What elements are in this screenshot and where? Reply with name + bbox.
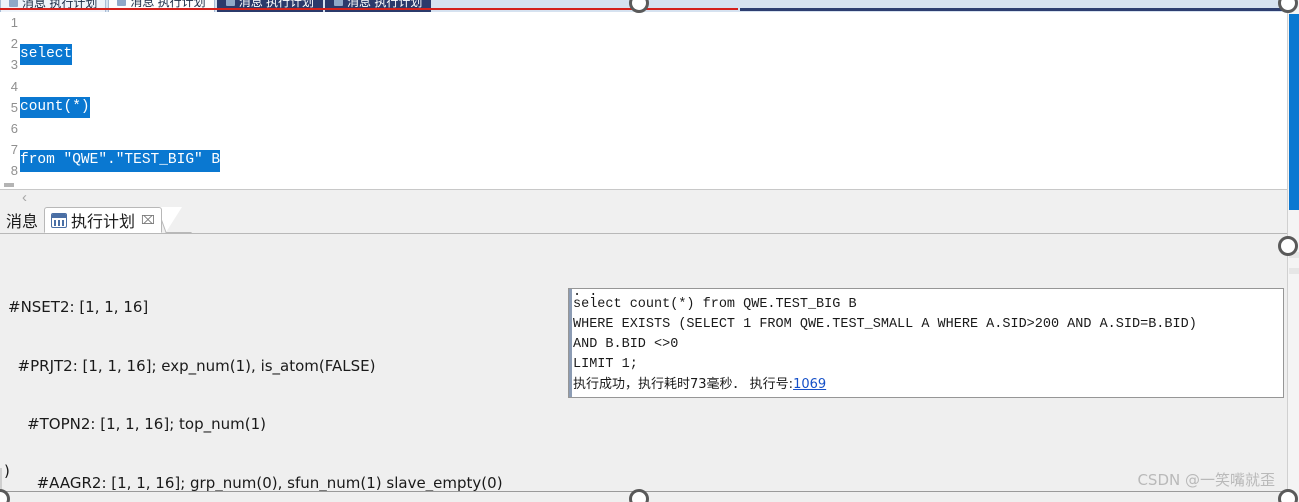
plan-line: #TOPN2: [1, 1, 16]; top_num(1) bbox=[8, 415, 266, 433]
tooltip-status-text: 执行成功，执行耗时73毫秒． 执行号: bbox=[573, 377, 794, 392]
tooltip-sql-line: select count(*) from QWE.TEST_BIG B bbox=[573, 297, 857, 312]
sql-line: from "QWE"."TEST_BIG" B bbox=[20, 150, 221, 172]
top-tab-1[interactable]: 消息 执行计划 bbox=[108, 0, 215, 12]
cursor-artifact-bottom-right bbox=[1278, 489, 1298, 502]
tab-accent-dark bbox=[740, 8, 1299, 11]
app-window: 消息 执行计划 消息 执行计划 消息 执行计划 消息 执行计划 1 2 3 4 bbox=[0, 0, 1299, 502]
panel-splitter[interactable]: ‹ bbox=[0, 190, 1299, 206]
tab-execution-plan-label: 执行计划 bbox=[71, 212, 136, 231]
top-tab-0[interactable]: 消息 执行计划 bbox=[0, 0, 107, 12]
top-tab-3[interactable]: 消息 执行计划 bbox=[325, 0, 432, 12]
result-tab-bar: 消息 执行计划 ⌧ bbox=[0, 206, 1299, 234]
tab-messages[interactable]: 消息 bbox=[0, 207, 44, 233]
sql-line: select bbox=[20, 44, 73, 66]
tooltip-status: 执行成功，执行耗时73毫秒． 执行号:1069 bbox=[569, 375, 1283, 395]
tab-messages-label: 消息 bbox=[6, 212, 39, 231]
line-number: 1 bbox=[10, 15, 18, 30]
plan-wrapped-paren: ) bbox=[4, 462, 10, 480]
sql-code-area[interactable]: select count(*) from "QWE"."TEST_BIG" B … bbox=[20, 12, 1287, 182]
execution-id-link[interactable]: 1069 bbox=[793, 377, 826, 392]
tab-accent-red bbox=[0, 8, 738, 10]
scrollbar-thumb[interactable] bbox=[4, 183, 14, 187]
line-number: 7 bbox=[10, 142, 18, 158]
document-icon bbox=[225, 0, 235, 6]
top-tab-strip: 消息 执行计划 消息 执行计划 消息 执行计划 消息 执行计划 bbox=[0, 0, 1299, 12]
top-tab-row: 消息 执行计划 消息 执行计划 消息 执行计划 消息 执行计划 bbox=[0, 0, 433, 12]
tooltip-left-bar bbox=[569, 289, 572, 397]
document-icon bbox=[117, 0, 127, 6]
chevron-left-icon[interactable]: ‹ bbox=[22, 190, 27, 206]
execution-plan-panel[interactable]: #NSET2: [1, 1, 16] #PRJT2: [1, 1, 16]; e… bbox=[0, 234, 1293, 502]
line-number: 5 bbox=[10, 99, 18, 115]
tooltip-sql-line: LIMIT 1; bbox=[573, 357, 638, 372]
sql-editor[interactable]: 1 2 3 4 5 6 7 8 select count(*) from "QW… bbox=[0, 12, 1287, 182]
line-number-gutter: 1 2 3 4 5 6 7 8 bbox=[0, 12, 20, 182]
document-icon bbox=[9, 0, 18, 7]
tooltip-sql-line: WHERE EXISTS (SELECT 1 FROM QWE.TEST_SMA… bbox=[573, 317, 1197, 332]
editor-horizontal-scrollbar[interactable] bbox=[0, 182, 1287, 190]
sql-tooltip-popup: · · select count(*) from QWE.TEST_BIG B … bbox=[568, 288, 1284, 398]
cursor-artifact-right bbox=[1278, 236, 1298, 256]
line-number: 4 bbox=[10, 78, 18, 94]
watermark: CSDN @一笑嘴就歪 bbox=[1137, 471, 1275, 489]
line-number: 6 bbox=[10, 120, 18, 136]
scrollbar-thumb[interactable] bbox=[1289, 14, 1299, 210]
cursor-artifact-bottom bbox=[629, 489, 649, 502]
top-tab-2[interactable]: 消息 执行计划 bbox=[216, 0, 324, 12]
line-number: 2 bbox=[10, 36, 18, 52]
sql-line: count(*) bbox=[20, 97, 90, 119]
close-icon[interactable]: ⌧ bbox=[141, 213, 155, 227]
line-number: 3 bbox=[10, 57, 18, 73]
document-icon bbox=[334, 0, 344, 6]
line-number: 8 bbox=[10, 163, 18, 179]
execution-plan-icon bbox=[51, 212, 68, 228]
scrollbar-track-segment bbox=[1289, 268, 1299, 274]
tooltip-sql-line: AND B.BID <>0 bbox=[573, 337, 679, 352]
tab-execution-plan[interactable]: 执行计划 ⌧ bbox=[44, 207, 162, 233]
